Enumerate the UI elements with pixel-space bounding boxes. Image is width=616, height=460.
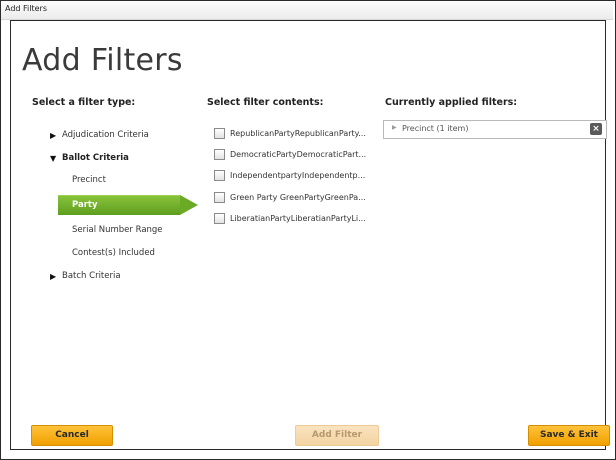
checkbox[interactable] — [214, 169, 225, 181]
filter-content-checkbox-row[interactable]: RepublicanPartyRepublicanParty... — [214, 126, 366, 140]
tree-item-ballot-criteria[interactable]: ▼ Ballot Criteria — [50, 149, 129, 167]
expand-arrow-icon[interactable]: ▶ — [392, 124, 397, 131]
collapse-triangle-icon[interactable]: ▼ — [50, 154, 62, 163]
checkbox-label: DemocraticPartyDemocraticPart... — [230, 149, 367, 159]
checkbox[interactable] — [214, 148, 225, 160]
selection-arrow-icon — [180, 195, 198, 215]
tree-item-batch-criteria[interactable]: ▶ Batch Criteria — [50, 267, 121, 285]
window-title: Add Filters — [5, 4, 48, 13]
checkbox[interactable] — [214, 212, 225, 224]
tree-item-label: Adjudication Criteria — [62, 130, 149, 140]
remove-filter-icon[interactable]: × — [590, 123, 602, 135]
expand-triangle-icon[interactable]: ▶ — [50, 272, 62, 281]
tree-subitem-serial-number-range[interactable]: Serial Number Range — [72, 225, 163, 235]
checkbox-label: LiberatianPartyLiberatianPartyLi... — [230, 213, 366, 223]
save-exit-button[interactable]: Save & Exit — [528, 425, 610, 446]
title-bar: Add Filters — [1, 1, 613, 20]
dialog-content — [10, 20, 606, 450]
tree-item-label: Ballot Criteria — [62, 153, 129, 163]
checkbox[interactable] — [214, 191, 225, 203]
checkbox-label: RepublicanPartyRepublicanParty... — [230, 128, 366, 138]
checkbox-label: Green Party GreenPartyGreenPa... — [230, 192, 366, 202]
page-title: Add Filters — [22, 43, 183, 78]
expand-triangle-icon[interactable]: ▶ — [50, 131, 62, 140]
filter-contents-heading: Select filter contents: — [207, 97, 324, 108]
tree-item-adjudication-criteria[interactable]: ▶ Adjudication Criteria — [50, 126, 149, 144]
cancel-button[interactable]: Cancel — [31, 425, 113, 446]
tree-subitem-contests-included[interactable]: Contest(s) Included — [72, 248, 155, 258]
add-filter-button[interactable]: Add Filter — [295, 425, 379, 446]
checkbox-label: IndependentpartyIndependentp... — [230, 170, 366, 180]
applied-filter-item[interactable]: ▶ Precinct (1 item) × — [383, 120, 607, 139]
tree-subitem-precinct[interactable]: Precinct — [72, 175, 106, 185]
filter-content-checkbox-row[interactable]: IndependentpartyIndependentp... — [214, 168, 365, 182]
tree-subitem-label: Party — [72, 200, 98, 210]
filter-content-checkbox-row[interactable]: DemocraticPartyDemocraticPart... — [214, 147, 366, 161]
filter-type-heading: Select a filter type: — [32, 97, 136, 108]
applied-filter-label: Precinct (1 item) — [402, 124, 469, 133]
filter-content-checkbox-row[interactable]: Green Party GreenPartyGreenPa... — [214, 190, 366, 204]
applied-filters-heading: Currently applied filters: — [385, 97, 518, 108]
checkbox[interactable] — [214, 127, 225, 139]
tree-item-label: Batch Criteria — [62, 271, 121, 281]
tree-subitem-party-selected[interactable]: Party — [58, 195, 180, 215]
filter-content-checkbox-row[interactable]: LiberatianPartyLiberatianPartyLi... — [214, 211, 366, 225]
